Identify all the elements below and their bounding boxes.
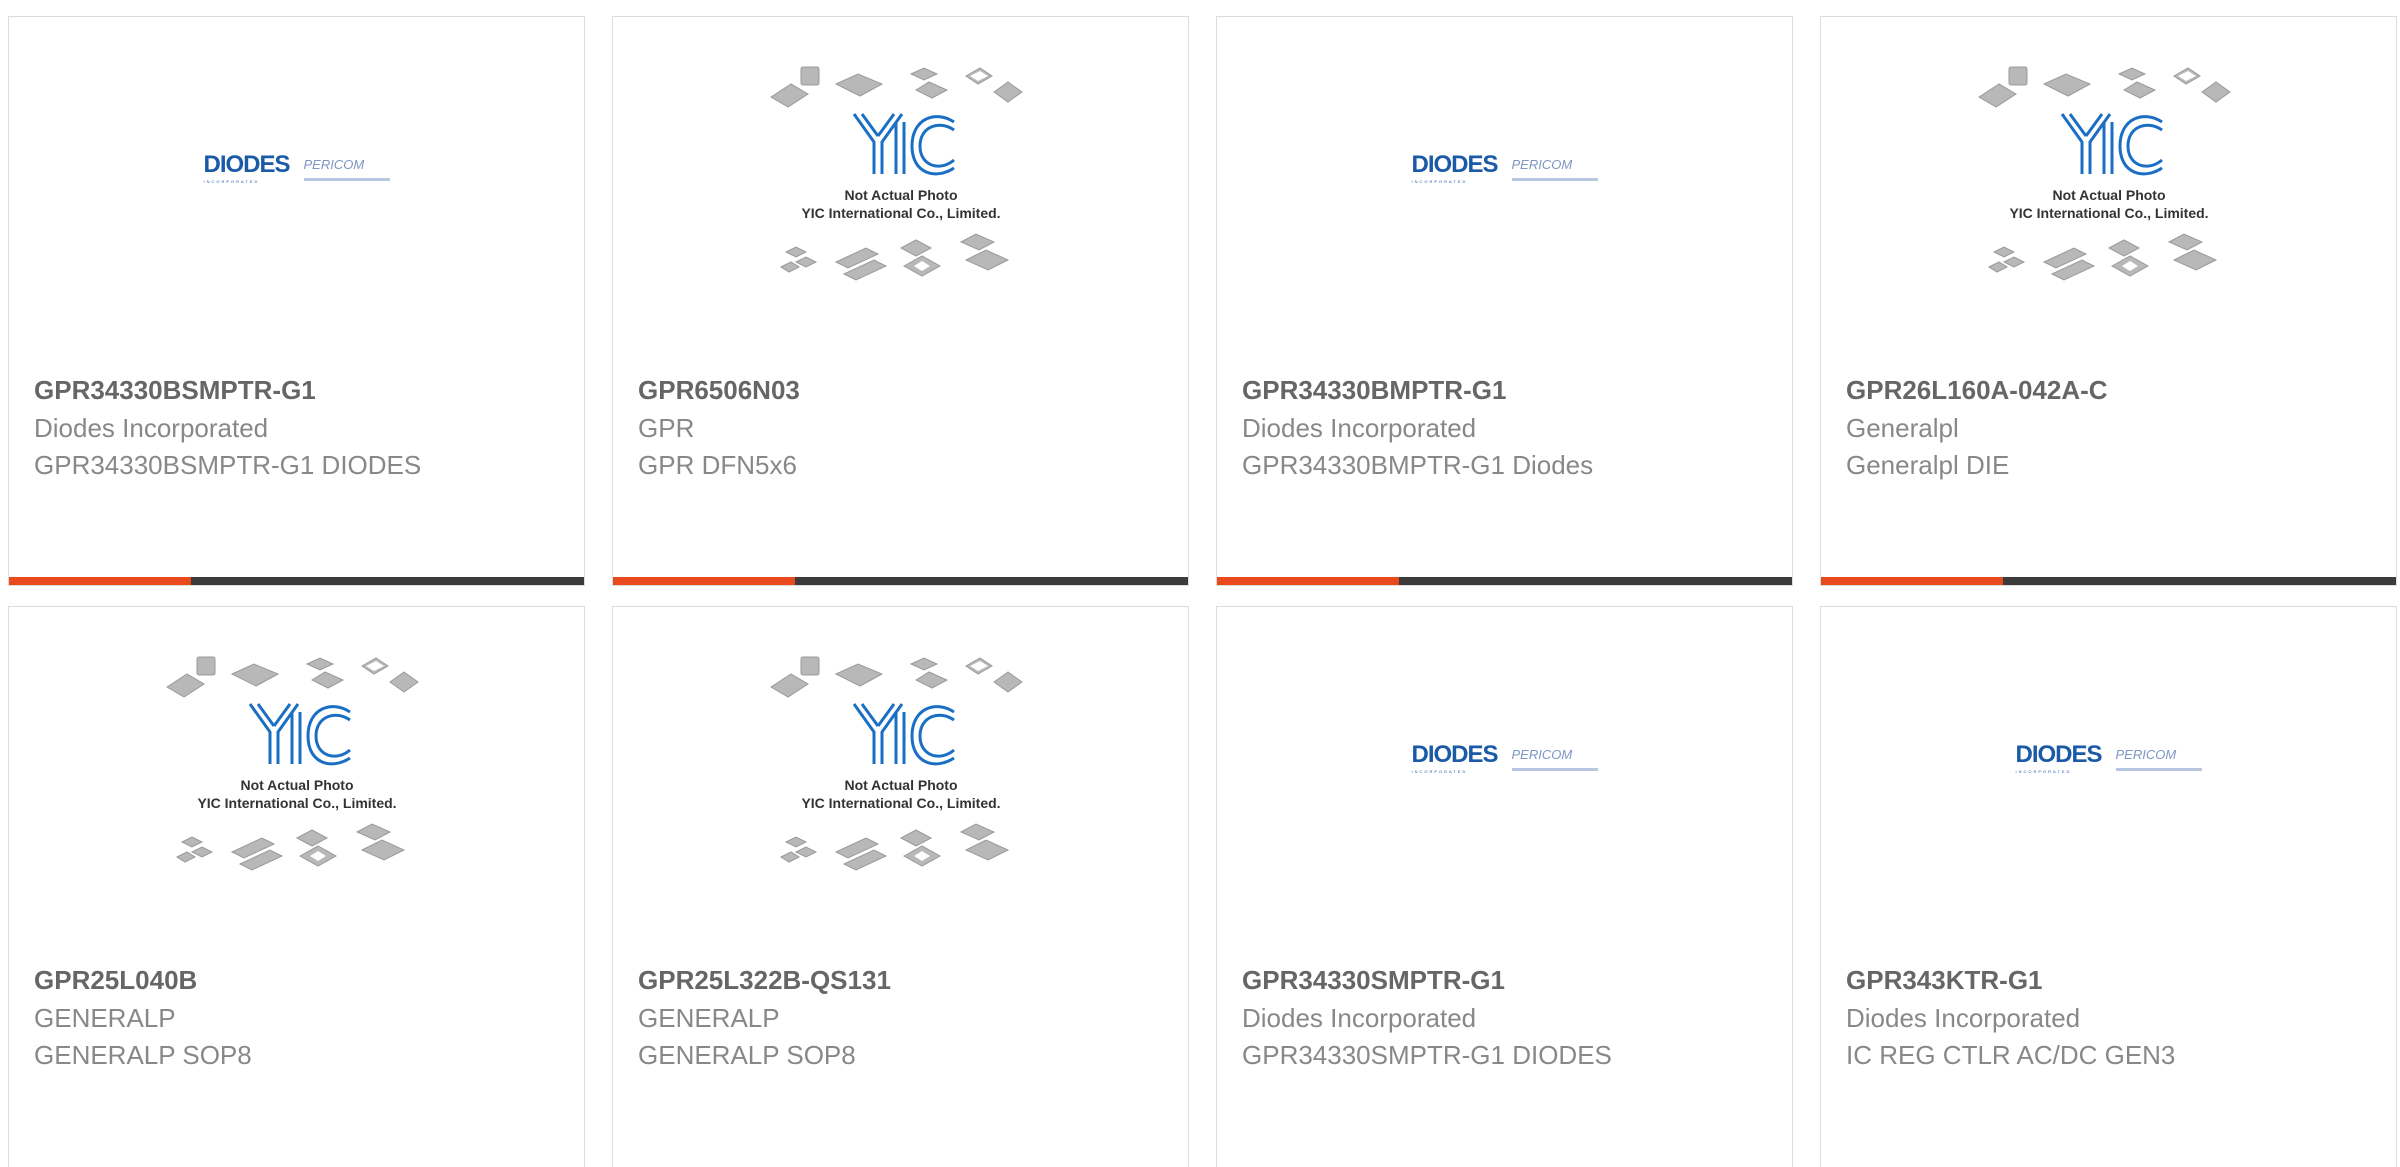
- product-description: IC REG CTLR AC/DC GEN3: [1846, 1040, 2176, 1070]
- product-card[interactable]: Not Actual Photo YIC International Co., …: [612, 16, 1189, 586]
- yic-caption-line2: YIC International Co., Limited.: [801, 205, 1000, 221]
- product-description: GPR34330SMPTR-G1 DIODES: [1242, 1040, 1612, 1070]
- yic-not-actual-photo-image: Not Actual Photo YIC International Co., …: [165, 656, 419, 871]
- product-description: Generalpl DIE: [1846, 450, 2010, 480]
- pericom-logo-word: PERICOM: [303, 156, 365, 172]
- product-manufacturer: GPR: [638, 413, 695, 443]
- diodes-pericom-logo: DIODES INCORPORATED PERICOM: [1411, 740, 1598, 774]
- product-manufacturer: GENERALP: [34, 1003, 176, 1033]
- product-card[interactable]: DIODES INCORPORATED PERICOM GPR34330SMPT…: [1216, 606, 1793, 1167]
- pericom-logo-tagline: [303, 177, 390, 181]
- product-manufacturer: Diodes Incorporated: [1242, 1003, 1477, 1033]
- card-accent-bar: [9, 577, 191, 585]
- pericom-logo-word: PERICOM: [1511, 156, 1573, 172]
- card-bottom-bar: [1821, 577, 2396, 585]
- product-card[interactable]: Not Actual Photo YIC International Co., …: [1820, 16, 2397, 586]
- diodes-logo-sub: INCORPORATED: [1411, 768, 1468, 774]
- product-description: GENERALP SOP8: [638, 1040, 856, 1070]
- product-part-number[interactable]: GPR6506N03: [638, 375, 800, 406]
- product-part-number[interactable]: GPR34330SMPTR-G1: [1242, 965, 1505, 996]
- product-description: GENERALP SOP8: [34, 1040, 252, 1070]
- product-manufacturer: GENERALP: [638, 1003, 780, 1033]
- pericom-logo-tagline: [1511, 177, 1598, 181]
- product-image[interactable]: Not Actual Photo YIC International Co., …: [613, 17, 1188, 347]
- product-image[interactable]: Not Actual Photo YIC International Co., …: [613, 607, 1188, 937]
- product-part-number[interactable]: GPR25L040B: [34, 965, 197, 996]
- product-image[interactable]: Not Actual Photo YIC International Co., …: [9, 607, 584, 937]
- diodes-pericom-logo: DIODES INCORPORATED PERICOM: [203, 150, 390, 184]
- product-part-number[interactable]: GPR34330BMPTR-G1: [1242, 375, 1506, 406]
- diodes-logo-word: DIODES: [1411, 150, 1498, 178]
- product-image[interactable]: DIODES INCORPORATED PERICOM: [1821, 607, 2396, 937]
- yic-caption-line1: Not Actual Photo: [2052, 187, 2165, 203]
- product-card[interactable]: Not Actual Photo YIC International Co., …: [8, 606, 585, 1167]
- product-card[interactable]: Not Actual Photo YIC International Co., …: [612, 606, 1189, 1167]
- product-description: GPR34330BSMPTR-G1 DIODES: [34, 450, 422, 480]
- card-accent-bar: [613, 577, 795, 585]
- product-image[interactable]: DIODES INCORPORATED PERICOM: [9, 17, 584, 347]
- diodes-logo-word: DIODES: [1411, 740, 1498, 768]
- diodes-logo-sub: INCORPORATED: [203, 178, 260, 184]
- product-image[interactable]: DIODES INCORPORATED PERICOM: [1217, 607, 1792, 937]
- card-accent-bar: [1217, 577, 1399, 585]
- card-bottom-bar: [1217, 577, 1792, 585]
- pericom-logo-tagline: [1511, 767, 1598, 771]
- product-description: GPR DFN5x6: [638, 450, 797, 480]
- product-card[interactable]: DIODES INCORPORATED PERICOM GPR34330BSMP…: [8, 16, 585, 586]
- product-card[interactable]: DIODES INCORPORATED PERICOM GPR343KTR-G1…: [1820, 606, 2397, 1167]
- diodes-pericom-logo: DIODES INCORPORATED PERICOM: [1411, 150, 1598, 184]
- yic-caption-line2: YIC International Co., Limited.: [197, 795, 396, 811]
- pericom-logo-word: PERICOM: [2115, 746, 2177, 762]
- card-bottom-bar: [613, 577, 1188, 585]
- yic-caption-line2: YIC International Co., Limited.: [2009, 205, 2208, 221]
- diodes-pericom-logo: DIODES INCORPORATED PERICOM: [2015, 740, 2202, 774]
- yic-caption-line2: YIC International Co., Limited.: [801, 795, 1000, 811]
- diodes-logo-sub: INCORPORATED: [2015, 768, 2072, 774]
- product-part-number[interactable]: GPR25L322B-QS131: [638, 965, 891, 996]
- product-manufacturer: Diodes Incorporated: [1846, 1003, 2081, 1033]
- diodes-logo-sub: INCORPORATED: [1411, 178, 1468, 184]
- product-manufacturer: Diodes Incorporated: [1242, 413, 1477, 443]
- yic-not-actual-photo-image: Not Actual Photo YIC International Co., …: [769, 656, 1023, 871]
- product-manufacturer: Diodes Incorporated: [34, 413, 269, 443]
- product-manufacturer: Generalpl: [1846, 413, 1959, 443]
- yic-not-actual-photo-image: Not Actual Photo YIC International Co., …: [769, 66, 1023, 281]
- product-part-number[interactable]: GPR343KTR-G1: [1846, 965, 2043, 996]
- diodes-logo-word: DIODES: [203, 150, 290, 178]
- product-grid: DIODES INCORPORATED PERICOM GPR34330BSMP…: [0, 0, 2400, 1167]
- product-part-number[interactable]: GPR34330BSMPTR-G1: [34, 375, 316, 406]
- product-image[interactable]: Not Actual Photo YIC International Co., …: [1821, 17, 2396, 347]
- yic-caption-line1: Not Actual Photo: [844, 777, 957, 793]
- yic-caption-line1: Not Actual Photo: [844, 187, 957, 203]
- pericom-logo-word: PERICOM: [1511, 746, 1573, 762]
- product-image[interactable]: DIODES INCORPORATED PERICOM: [1217, 17, 1792, 347]
- product-description: GPR34330BMPTR-G1 Diodes: [1242, 450, 1594, 480]
- product-card[interactable]: DIODES INCORPORATED PERICOM GPR34330BMPT…: [1216, 16, 1793, 586]
- diodes-logo-word: DIODES: [2015, 740, 2102, 768]
- card-accent-bar: [1821, 577, 2003, 585]
- yic-not-actual-photo-image: Not Actual Photo YIC International Co., …: [1977, 66, 2231, 281]
- yic-caption-line1: Not Actual Photo: [240, 777, 353, 793]
- product-part-number[interactable]: GPR26L160A-042A-C: [1846, 375, 2108, 406]
- pericom-logo-tagline: [2115, 767, 2202, 771]
- card-bottom-bar: [9, 577, 584, 585]
